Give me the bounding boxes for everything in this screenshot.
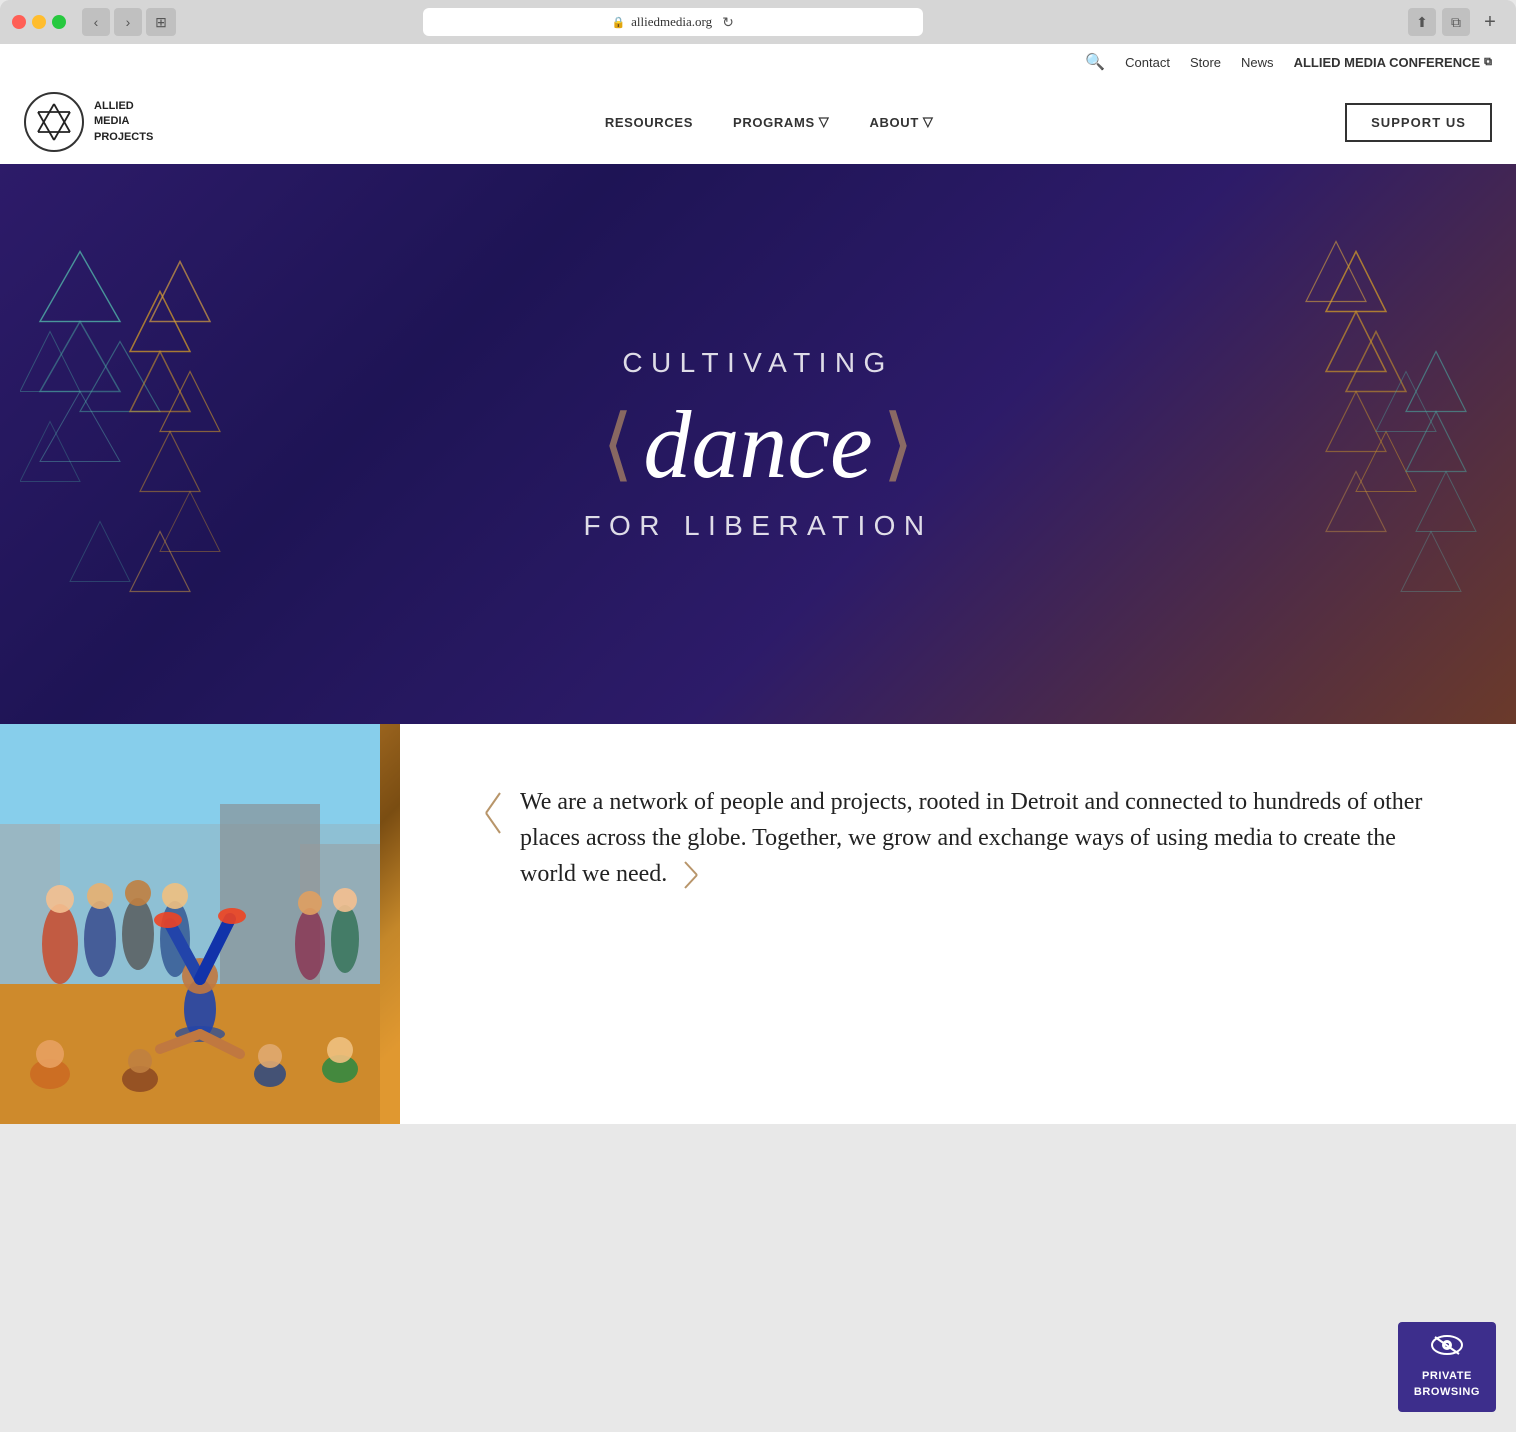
browser-chrome: ‹ › ⊞ 🔒 alliedmedia.org ↻ ⬆ ⧉ +: [0, 0, 1516, 44]
amc-label: ALLIED MEDIA CONFERENCE: [1294, 55, 1481, 70]
logo-line1: ALLIED: [94, 99, 153, 114]
hero-cultivating-text: CULTIVATING: [584, 347, 933, 379]
content-body-text: We are a network of people and projects,…: [520, 784, 1456, 893]
forward-button[interactable]: ›: [114, 8, 142, 36]
about-label: ABOUT: [869, 115, 918, 130]
logo-svg: [34, 102, 74, 142]
store-link[interactable]: Store: [1190, 55, 1221, 70]
logo-text: ALLIED MEDIA PROJECTS: [94, 99, 153, 145]
browser-titlebar: ‹ › ⊞ 🔒 alliedmedia.org ↻ ⬆ ⧉ +: [0, 0, 1516, 44]
contact-link[interactable]: Contact: [1125, 55, 1170, 70]
address-bar[interactable]: 🔒 alliedmedia.org ↻: [423, 8, 923, 36]
about-dropdown-icon: ▽: [923, 114, 934, 130]
body-text: We are a network of people and projects,…: [520, 789, 1422, 887]
hero-bracket-right-icon: ⟩: [883, 397, 914, 491]
minimize-dot[interactable]: [32, 15, 46, 29]
programs-link[interactable]: PROGRAMS ▽: [733, 114, 829, 130]
hero-dance-word: dance: [643, 389, 872, 500]
news-link[interactable]: News: [1241, 55, 1274, 70]
hero-liberation-text: FOR LIBERATION: [584, 510, 933, 542]
search-icon[interactable]: 🔍: [1085, 52, 1105, 72]
support-button[interactable]: SUPPORT US: [1345, 103, 1492, 142]
private-browsing-badge: PRIVATE BROWSING: [1398, 1322, 1496, 1412]
logo-circle: [24, 92, 84, 152]
new-tab-button[interactable]: +: [1476, 8, 1504, 36]
main-nav-links: RESOURCES PROGRAMS ▽ ABOUT ▽: [193, 114, 1345, 130]
url-text: alliedmedia.org: [631, 14, 712, 30]
hero-dance-text: ⟨ dance ⟩: [584, 389, 933, 500]
utility-nav: 🔍 Contact Store News ALLIED MEDIA CONFER…: [0, 44, 1516, 80]
private-browsing-line1: PRIVATE: [1414, 1369, 1480, 1384]
dance-placeholder: [0, 724, 400, 1124]
hero-bracket-left-icon: ⟨: [602, 397, 633, 491]
hero-section: CULTIVATING ⟨ dance ⟩ FOR LIBERATION: [0, 164, 1516, 724]
fullscreen-button[interactable]: ⧉: [1442, 8, 1470, 36]
geo-decoration-right: [1276, 232, 1496, 657]
browser-nav: ‹ › ⊞: [82, 8, 176, 36]
body-paragraph: We are a network of people and projects,…: [520, 784, 1456, 893]
hero-content: CULTIVATING ⟨ dance ⟩ FOR LIBERATION: [584, 347, 933, 542]
logo-line3: PROJECTS: [94, 130, 153, 145]
programs-dropdown-icon: ▽: [819, 114, 830, 130]
content-bracket-icon: [480, 788, 504, 857]
browser-actions: ⬆ ⧉ +: [1408, 8, 1504, 36]
maximize-dot[interactable]: [52, 15, 66, 29]
lock-icon: 🔒: [611, 16, 625, 29]
about-link[interactable]: ABOUT ▽: [869, 114, 933, 130]
website-content: 🔍 Contact Store News ALLIED MEDIA CONFER…: [0, 44, 1516, 1124]
logo-area[interactable]: ALLIED MEDIA PROJECTS: [24, 92, 153, 152]
geo-decoration-left: [20, 232, 240, 657]
back-button[interactable]: ‹: [82, 8, 110, 36]
sidebar-button[interactable]: ⊞: [146, 8, 176, 36]
external-link-icon: ⧉: [1484, 56, 1492, 69]
logo-line2: MEDIA: [94, 114, 153, 129]
resources-link[interactable]: RESOURCES: [605, 115, 693, 130]
content-section: We are a network of people and projects,…: [0, 724, 1516, 1124]
amc-link[interactable]: ALLIED MEDIA CONFERENCE ⧉: [1294, 55, 1492, 70]
main-nav: ALLIED MEDIA PROJECTS RESOURCES PROGRAMS…: [0, 80, 1516, 164]
programs-label: PROGRAMS: [733, 115, 815, 130]
dance-image-container: [0, 724, 400, 1124]
reload-button[interactable]: ↻: [722, 14, 734, 31]
private-browsing-line2: BROWSING: [1414, 1385, 1480, 1400]
close-dot[interactable]: [12, 15, 26, 29]
share-button[interactable]: ⬆: [1408, 8, 1436, 36]
content-text-area: We are a network of people and projects,…: [400, 724, 1516, 1124]
eye-icon: [1414, 1334, 1480, 1365]
window-controls: [12, 15, 66, 29]
